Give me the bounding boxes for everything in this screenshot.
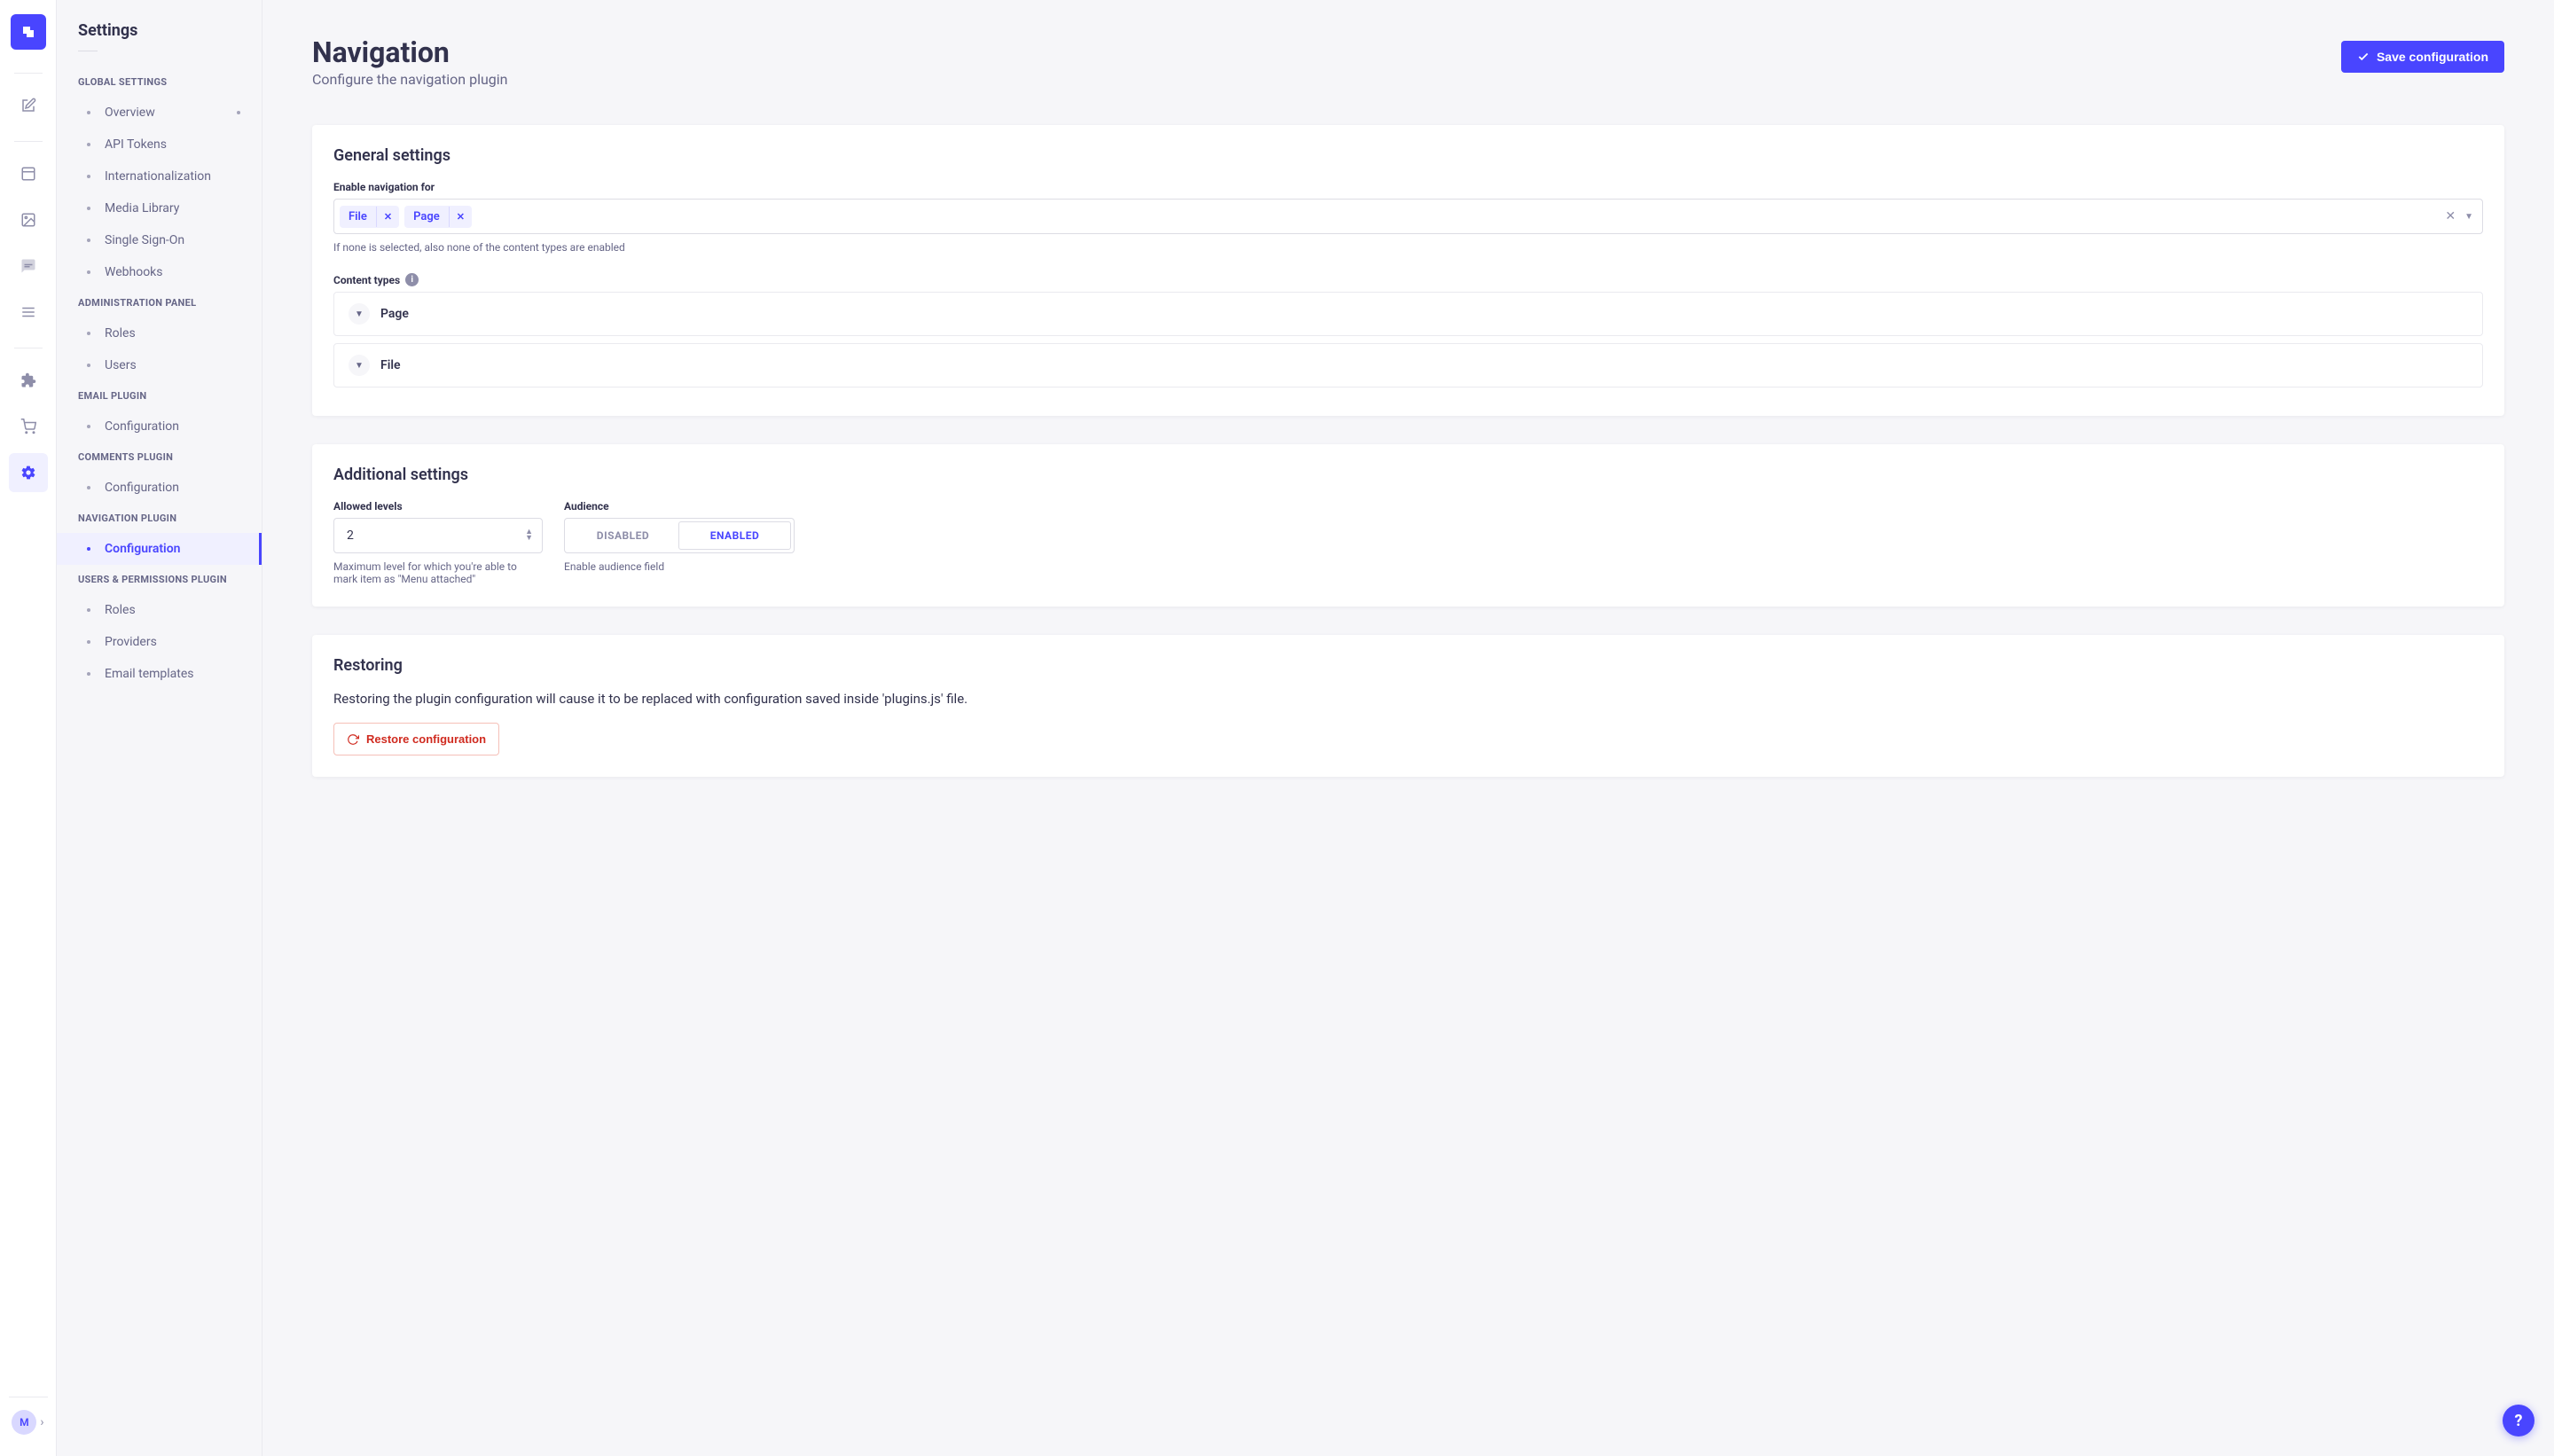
tag-label: File: [340, 206, 376, 228]
content-type-label: File: [380, 358, 401, 372]
divider: [14, 141, 43, 142]
audience-hint: Enable audience field: [564, 560, 803, 573]
menu-up-email-templates[interactable]: Email templates: [57, 658, 262, 690]
section-label: USERS & PERMISSIONS PLUGIN: [57, 565, 262, 594]
save-button[interactable]: Save configuration: [2341, 41, 2504, 73]
menu-item-label: Configuration: [105, 542, 180, 556]
menu-item-label: Email templates: [105, 667, 194, 681]
menu-item-label: Providers: [105, 635, 157, 649]
allowed-levels-label: Allowed levels: [333, 500, 543, 513]
save-button-label: Save configuration: [2377, 50, 2488, 64]
menu-up-providers[interactable]: Providers: [57, 626, 262, 658]
menu-item-label: Configuration: [105, 419, 179, 434]
navigation-icon[interactable]: [9, 293, 48, 332]
label-text: Content types: [333, 274, 400, 286]
tag-file: File ✕: [340, 206, 399, 228]
audience-enabled-option[interactable]: ENABLED: [678, 521, 791, 550]
content-types-label: Content types i: [333, 273, 2483, 286]
content-type-row-file[interactable]: ▼ File: [333, 343, 2483, 387]
tag-page: Page ✕: [404, 206, 472, 228]
audience-disabled-option[interactable]: DISABLED: [568, 521, 678, 550]
menu-item-label: Internationalization: [105, 169, 211, 184]
enable-nav-label: Enable navigation for: [333, 181, 2483, 193]
menu-comments-config[interactable]: Configuration: [57, 472, 262, 504]
section-label: COMMENTS PLUGIN: [57, 442, 262, 472]
menu-email-config[interactable]: Configuration: [57, 411, 262, 442]
media-icon[interactable]: [9, 200, 48, 239]
section-label: NAVIGATION PLUGIN: [57, 504, 262, 533]
settings-title: Settings: [57, 21, 262, 51]
menu-api-tokens[interactable]: API Tokens: [57, 129, 262, 160]
menu-overview[interactable]: Overview: [57, 97, 262, 129]
chevron-right-icon: ›: [40, 1415, 43, 1429]
menu-item-label: Webhooks: [105, 265, 163, 279]
menu-item-label: Roles: [105, 603, 136, 617]
menu-item-label: Single Sign-On: [105, 233, 184, 247]
audience-toggle[interactable]: DISABLED ENABLED: [564, 518, 795, 553]
restore-button-label: Restore configuration: [366, 732, 486, 746]
settings-icon[interactable]: [9, 453, 48, 492]
menu-admin-roles[interactable]: Roles: [57, 317, 262, 349]
caret-down-icon[interactable]: ▼: [2464, 212, 2473, 222]
menu-sso[interactable]: Single Sign-On: [57, 224, 262, 256]
audience-label: Audience: [564, 500, 803, 513]
content-type-row-page[interactable]: ▼ Page: [333, 292, 2483, 336]
clear-icon[interactable]: ✕: [2445, 209, 2456, 223]
primary-nav: M ›: [0, 0, 57, 1456]
menu-admin-users[interactable]: Users: [57, 349, 262, 381]
comments-icon[interactable]: [9, 247, 48, 286]
marketplace-icon[interactable]: [9, 407, 48, 446]
enable-nav-multiselect[interactable]: File ✕ Page ✕ ✕ ▼: [333, 199, 2483, 234]
menu-navigation-config[interactable]: Configuration: [57, 533, 262, 565]
allowed-levels-input[interactable]: 2 ▲▼: [333, 518, 543, 553]
avatar: M: [12, 1410, 36, 1435]
card-heading: Additional settings: [333, 466, 2483, 484]
menu-item-label: Media Library: [105, 201, 179, 215]
number-stepper[interactable]: ▲▼: [525, 529, 533, 542]
caret-down-icon: ▼: [349, 303, 370, 325]
enable-nav-hint: If none is selected, also none of the co…: [333, 241, 2483, 254]
additional-settings-card: Additional settings Allowed levels 2 ▲▼ …: [312, 444, 2504, 607]
app-logo[interactable]: [11, 14, 46, 50]
menu-item-label: Configuration: [105, 481, 179, 495]
input-value: 2: [347, 528, 354, 543]
general-settings-card: General settings Enable navigation for F…: [312, 125, 2504, 416]
card-heading: Restoring: [333, 656, 2483, 675]
refresh-icon: [347, 733, 359, 746]
user-menu[interactable]: M ›: [12, 1410, 43, 1456]
menu-item-label: Users: [105, 358, 137, 372]
tag-label: Page: [404, 206, 449, 228]
restoring-card: Restoring Restoring the plugin configura…: [312, 635, 2504, 777]
main-content: Navigation Configure the navigation plug…: [262, 0, 2554, 1456]
card-heading: General settings: [333, 146, 2483, 165]
menu-webhooks[interactable]: Webhooks: [57, 256, 262, 288]
menu-item-label: Overview: [105, 106, 155, 120]
content-icon[interactable]: [9, 86, 48, 125]
section-label: EMAIL PLUGIN: [57, 381, 262, 411]
plugins-icon[interactable]: [9, 361, 48, 400]
divider: [14, 73, 43, 74]
page-subtitle: Configure the navigation plugin: [312, 71, 507, 88]
help-button[interactable]: ?: [2503, 1405, 2534, 1436]
menu-item-label: API Tokens: [105, 137, 167, 152]
indicator-dot: [237, 111, 240, 114]
section-label: ADMINISTRATION PANEL: [57, 288, 262, 317]
info-icon[interactable]: i: [405, 273, 419, 286]
tag-remove-icon[interactable]: ✕: [376, 207, 399, 227]
menu-item-label: Roles: [105, 326, 136, 341]
menu-internationalization[interactable]: Internationalization: [57, 160, 262, 192]
content-type-label: Page: [380, 307, 409, 321]
menu-up-roles[interactable]: Roles: [57, 594, 262, 626]
builder-icon[interactable]: [9, 154, 48, 193]
page-title: Navigation: [312, 35, 507, 69]
tag-remove-icon[interactable]: ✕: [449, 207, 472, 227]
check-icon: [2357, 51, 2370, 63]
restoring-desc: Restoring the plugin configuration will …: [333, 691, 2483, 707]
restore-button[interactable]: Restore configuration: [333, 723, 499, 755]
allowed-levels-hint: Maximum level for which you're able to m…: [333, 560, 534, 585]
section-label: GLOBAL SETTINGS: [57, 67, 262, 97]
caret-down-icon: ▼: [349, 355, 370, 376]
settings-sidebar: Settings GLOBAL SETTINGS Overview API To…: [57, 0, 262, 1456]
menu-media-library[interactable]: Media Library: [57, 192, 262, 224]
